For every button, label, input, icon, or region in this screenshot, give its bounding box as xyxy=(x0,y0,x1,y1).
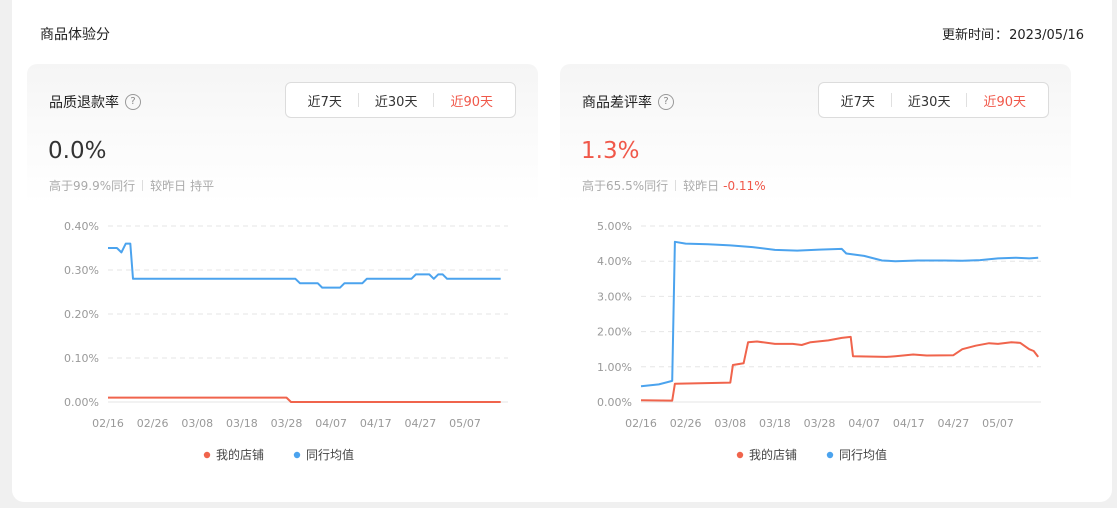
beat-text: 高于99.9%同行 xyxy=(49,179,136,193)
series-line-industry-avg xyxy=(640,240,1039,388)
x-tick-label: 02/16 xyxy=(625,417,657,430)
y-tick-label: 3.00% xyxy=(597,290,632,303)
series-line-industry-avg xyxy=(108,242,501,289)
update-label: 更新时间 xyxy=(942,28,995,43)
update-time: 更新时间：2023/05/16 xyxy=(942,24,1084,43)
legend-label[interactable]: 同行均值 xyxy=(839,447,887,462)
y-tick-label: 5.00% xyxy=(597,220,632,233)
help-icon[interactable]: ? xyxy=(125,94,141,110)
refund-rate-chart: 0.00% 0.10% 0.20% 0.30% 0.40% 02/16 02/26 03/08… xyxy=(64,220,508,462)
y-tick-label: 0.30% xyxy=(64,264,99,277)
range-7d-button[interactable]: 近7天 xyxy=(292,91,358,110)
y-tick-label: 1.00% xyxy=(597,361,632,374)
y-tick-label: 0.10% xyxy=(64,352,99,365)
metric-value: 1.3% xyxy=(581,138,640,164)
x-tick-label: 04/07 xyxy=(848,417,880,430)
legend-marker xyxy=(203,451,211,459)
card-title: 品质退款率 ? xyxy=(49,92,141,112)
x-tick-label: 02/26 xyxy=(137,417,169,430)
date-range-selector: 近7天 近30天 近90天 xyxy=(817,82,1049,118)
refund-rate-card: 品质退款率 ? 近7天 近30天 近90天 0.0% 高于99.9%同行 较昨日… xyxy=(27,64,538,486)
stats-divider xyxy=(142,180,144,191)
beat-text: 高于65.5%同行 xyxy=(582,179,669,193)
x-tick-label: 04/17 xyxy=(893,417,925,430)
negative-review-chart: 0.00% 1.00% 2.00% 3.00% 4.00% 5.00% 02/16 02/26… xyxy=(597,220,1041,462)
metric-value: 0.0% xyxy=(48,138,107,164)
x-tick-label: 03/08 xyxy=(714,417,746,430)
x-tick-label: 04/27 xyxy=(405,417,437,430)
range-30d-button[interactable]: 近30天 xyxy=(359,91,434,110)
x-tick-label: 03/28 xyxy=(271,417,303,430)
y-tick-label: 4.00% xyxy=(597,255,632,268)
date-range-selector: 近7天 近30天 近90天 xyxy=(284,82,516,118)
update-colon: ： xyxy=(995,28,1009,43)
x-tick-label: 03/08 xyxy=(181,417,213,430)
x-tick-label: 02/26 xyxy=(670,417,702,430)
range-90d-button[interactable]: 近90天 xyxy=(434,91,509,110)
help-icon[interactable]: ? xyxy=(658,94,674,110)
legend-marker xyxy=(293,451,301,459)
sub-stats: 高于65.5%同行 较昨日 -0.11% xyxy=(582,177,766,194)
sub-stats: 高于99.9%同行 较昨日 持平 xyxy=(49,177,214,194)
x-tick-label: 02/16 xyxy=(92,417,124,430)
negative-review-card: 商品差评率 ? 近7天 近30天 近90天 1.3% 高于65.5%同行 较昨日… xyxy=(560,64,1071,486)
stats-divider xyxy=(675,180,677,191)
x-tick-label: 04/07 xyxy=(315,417,347,430)
page-title: 商品体验分 xyxy=(40,27,110,43)
card-title-text: 品质退款率 xyxy=(49,95,119,111)
compare-label: 较昨日 xyxy=(150,179,187,193)
legend-label[interactable]: 同行均值 xyxy=(306,447,354,462)
update-date: 2023/05/16 xyxy=(1009,28,1084,43)
compare-label: 较昨日 xyxy=(683,179,720,193)
range-30d-button[interactable]: 近30天 xyxy=(892,91,967,110)
x-tick-label: 05/07 xyxy=(449,417,481,430)
series-line-my-store xyxy=(640,335,1039,402)
x-tick-label: 04/17 xyxy=(360,417,392,430)
y-tick-label: 0.20% xyxy=(64,308,99,321)
compare-value: 持平 xyxy=(190,179,215,193)
legend-marker xyxy=(826,451,834,459)
y-tick-label: 0.40% xyxy=(64,220,99,233)
x-tick-label: 05/07 xyxy=(982,417,1014,430)
series-line-my-store xyxy=(108,396,501,403)
y-tick-label: 0.00% xyxy=(597,396,632,409)
legend-label[interactable]: 我的店铺 xyxy=(216,447,264,462)
range-90d-button[interactable]: 近90天 xyxy=(967,91,1042,110)
range-7d-button[interactable]: 近7天 xyxy=(825,91,891,110)
x-tick-label: 03/18 xyxy=(759,417,791,430)
legend-label[interactable]: 我的店铺 xyxy=(749,447,797,462)
card-title-text: 商品差评率 xyxy=(582,95,652,111)
compare-value: -0.11% xyxy=(723,178,766,193)
legend-marker xyxy=(736,451,744,459)
x-tick-label: 03/18 xyxy=(226,417,258,430)
x-tick-label: 03/28 xyxy=(804,417,836,430)
y-tick-label: 2.00% xyxy=(597,326,632,339)
x-tick-label: 04/27 xyxy=(938,417,970,430)
card-title: 商品差评率 ? xyxy=(582,92,674,112)
y-tick-label: 0.00% xyxy=(64,396,99,409)
